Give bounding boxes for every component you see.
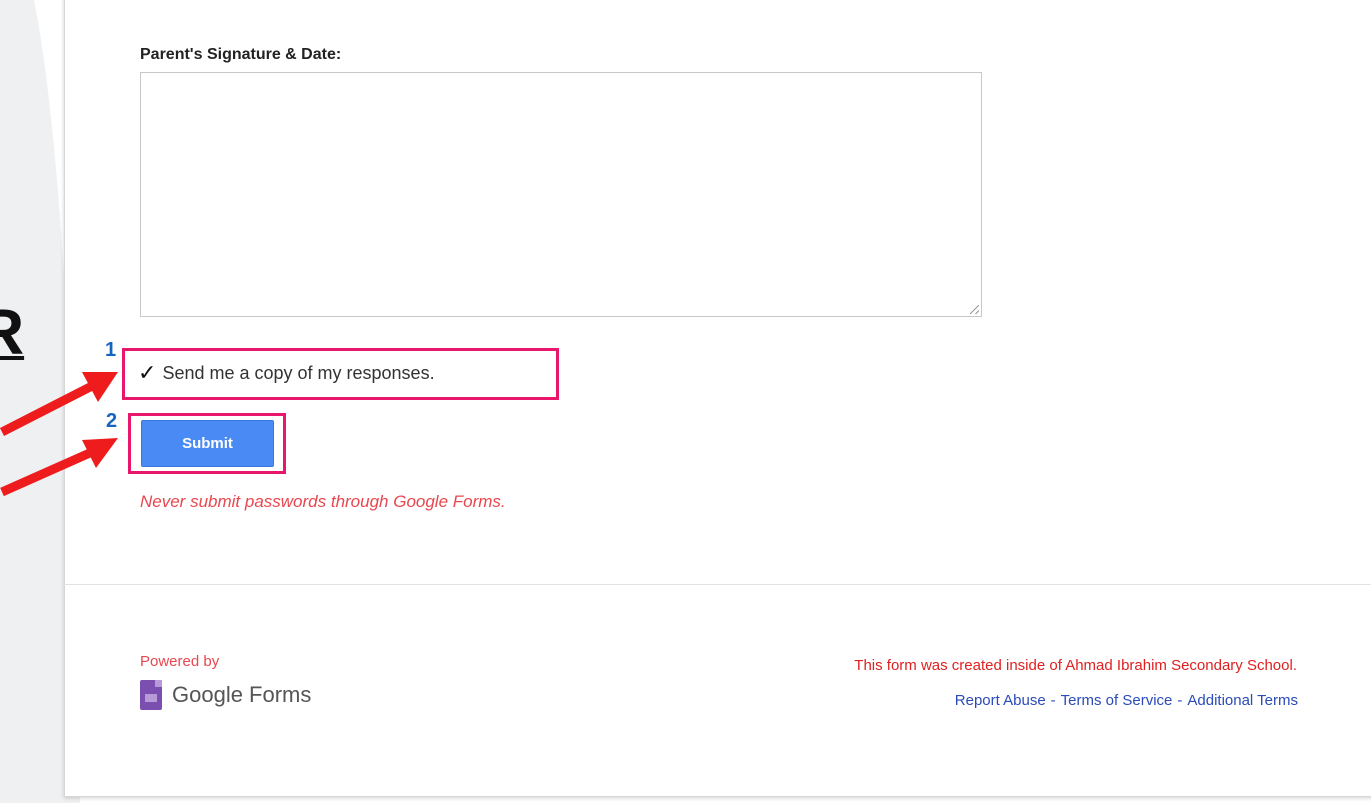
resize-grip-icon[interactable]	[970, 305, 979, 314]
slide-stage: R Parent's Signature & Date: ✓ Send me a…	[0, 0, 1371, 803]
password-warning: Never submit passwords through Google Fo…	[140, 492, 506, 511]
powered-by-label: Powered by	[140, 653, 220, 670]
google-forms-icon	[140, 680, 162, 710]
google-forms-logo[interactable]: Google Forms	[140, 680, 311, 710]
red-arrow-icon-step-2	[0, 438, 118, 497]
report-abuse-link[interactable]: Report Abuse	[955, 692, 1046, 709]
highlight-box-step-2	[128, 413, 286, 474]
footer-divider	[64, 584, 1371, 585]
terms-of-service-link[interactable]: Terms of Service	[1061, 692, 1173, 709]
link-separator: -	[1177, 692, 1183, 709]
footer-links: Report Abuse - Terms of Service - Additi…	[955, 692, 1298, 709]
signature-field-label: Parent's Signature & Date:	[140, 46, 342, 63]
link-separator: -	[1050, 692, 1056, 709]
google-forms-wordmark: Google Forms	[172, 682, 312, 707]
highlight-box-step-1	[122, 348, 559, 400]
created-inside-note: This form was created inside of Ahmad Ib…	[854, 657, 1297, 674]
additional-terms-link[interactable]: Additional Terms	[1187, 692, 1298, 709]
red-arrow-icon-step-1	[0, 372, 118, 437]
signature-textarea[interactable]	[140, 72, 982, 317]
step-number-1: 1	[105, 339, 117, 361]
slide-partial-letter: R	[0, 296, 25, 368]
